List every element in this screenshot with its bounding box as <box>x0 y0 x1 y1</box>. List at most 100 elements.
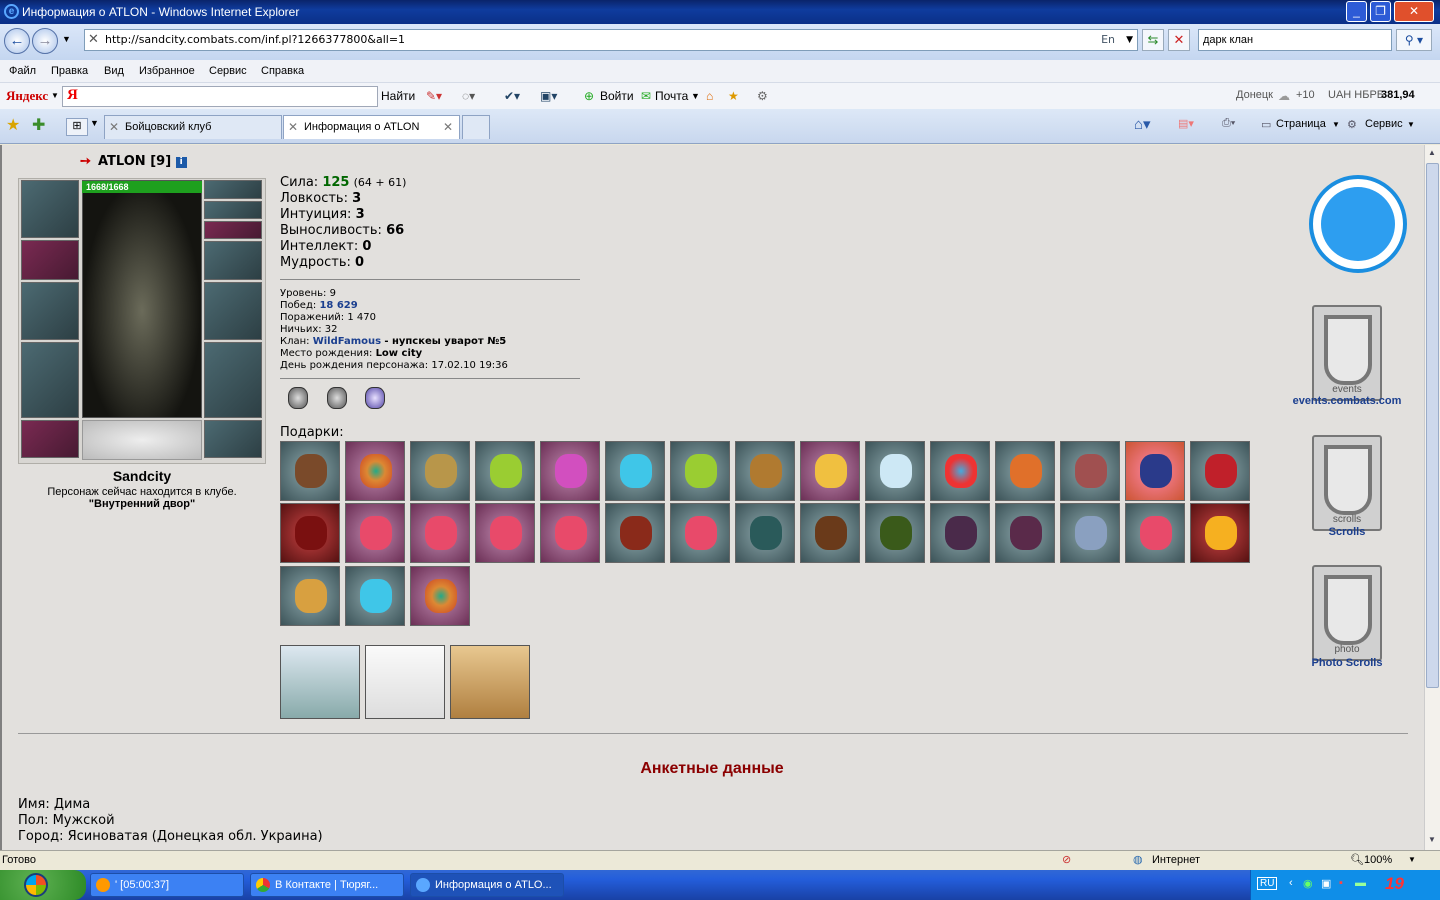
gift-item[interactable] <box>800 503 860 563</box>
clock[interactable]: 19 <box>1385 874 1404 894</box>
maximize-button[interactable]: ❐ <box>1370 1 1391 22</box>
leggings-slot[interactable] <box>204 342 262 418</box>
gift-item[interactable] <box>345 441 405 501</box>
print-icon[interactable]: ⎙▾ <box>1222 117 1235 130</box>
amulet-slot[interactable] <box>204 201 262 219</box>
feeds-icon[interactable]: ▤▾ <box>1178 117 1194 130</box>
big-gift-item[interactable] <box>280 645 360 719</box>
yandex-search-input[interactable]: Я <box>62 86 378 107</box>
gift-item[interactable] <box>1190 503 1250 563</box>
photo-scrolls-icon[interactable]: photo <box>1312 565 1382 661</box>
menu-help[interactable]: Справка <box>261 61 304 81</box>
events-link[interactable]: events.combats.com <box>1280 395 1414 407</box>
close-button[interactable]: ✕ <box>1394 1 1434 22</box>
order-badge-icon[interactable] <box>365 387 385 409</box>
tray-torrent-icon[interactable]: ◉ <box>1303 877 1313 890</box>
photo-scrolls-link[interactable]: Photo Scrolls <box>1280 657 1414 669</box>
quick-tabs-icon[interactable]: ⊞ <box>66 118 88 136</box>
search-input[interactable]: дарк клан <box>1198 29 1392 51</box>
language-indicator[interactable]: RU <box>1257 877 1278 890</box>
wins-link[interactable]: 18 629 <box>319 300 357 311</box>
boots-slot[interactable] <box>204 420 262 458</box>
gift-item[interactable] <box>345 503 405 563</box>
tray-monitor-icon[interactable]: ▬ <box>1355 877 1366 889</box>
compat-lang-indicator[interactable]: En <box>1101 30 1115 50</box>
tab-fight-club[interactable]: ✕ Бойцовский клуб <box>104 115 282 139</box>
scroll-up-icon[interactable]: ▲ <box>1428 148 1436 157</box>
blue-head-logo[interactable] <box>1309 175 1407 273</box>
popup-blocked-icon[interactable]: ⊘ <box>1062 851 1071 869</box>
page-dropdown-icon[interactable]: ▼ <box>1332 120 1340 129</box>
yandex-logo[interactable]: Яндекс <box>6 88 48 104</box>
favorites-center-icon[interactable]: ★ <box>6 115 20 135</box>
belt-slot[interactable] <box>21 420 79 458</box>
menu-file[interactable]: Файл <box>9 61 36 81</box>
gift-item[interactable] <box>475 503 535 563</box>
gift-item[interactable] <box>280 441 340 501</box>
minimize-button[interactable]: _ <box>1346 1 1367 22</box>
helmet-slot[interactable] <box>21 180 79 238</box>
refresh-button[interactable]: ⇆ <box>1142 29 1164 51</box>
gift-item[interactable] <box>1125 503 1185 563</box>
speech-icon[interactable]: ◌▾ <box>462 89 475 103</box>
bracers-slot[interactable] <box>21 240 79 280</box>
tools-menu-button[interactable]: Сервис <box>1365 118 1403 130</box>
history-dropdown-icon[interactable]: ▼ <box>62 34 71 44</box>
zoom-level[interactable]: 100% <box>1364 851 1392 869</box>
zoom-dropdown-icon[interactable]: ▼ <box>1408 851 1416 869</box>
start-button[interactable] <box>0 870 86 900</box>
tray-network-icon[interactable]: ▣ <box>1321 877 1331 890</box>
forward-button[interactable]: → <box>32 28 58 54</box>
gift-item[interactable] <box>475 441 535 501</box>
gloves-slot[interactable] <box>204 241 262 280</box>
shoulder-slot[interactable] <box>21 282 79 340</box>
gift-item[interactable] <box>540 441 600 501</box>
scroll-thumb[interactable] <box>1426 163 1439 688</box>
gift-item[interactable] <box>410 441 470 501</box>
taskbar-item-ie[interactable]: Информация о ATLO... <box>410 873 564 897</box>
favorites-star-icon[interactable]: ★ <box>728 89 739 103</box>
bookmarks-icon[interactable]: ⌂ <box>706 89 713 103</box>
settings-gear-icon[interactable]: ⚙ <box>757 89 768 103</box>
gift-item[interactable] <box>995 441 1055 501</box>
stop-button[interactable]: ✕ <box>1168 29 1190 51</box>
menu-view[interactable]: Вид <box>104 61 124 81</box>
rank-badge-icon[interactable] <box>288 387 308 409</box>
guard-badge-icon[interactable] <box>327 387 347 409</box>
private-message-arrow-icon[interactable]: ➙ <box>80 153 91 169</box>
taskbar-item-vkontakte[interactable]: В Контакте | Тюряг... <box>250 873 404 897</box>
back-button[interactable]: ← <box>4 28 30 54</box>
vertical-scrollbar[interactable]: ▲ ▼ <box>1424 145 1440 850</box>
gift-item[interactable] <box>735 503 795 563</box>
big-gift-item[interactable] <box>450 645 530 719</box>
taskbar-item-clock[interactable]: ' [05:00:37] <box>90 873 244 897</box>
scrolls-link[interactable]: Scrolls <box>1280 526 1414 538</box>
tab-atlon-info[interactable]: ✕ Информация о ATLON ✕ <box>283 115 460 139</box>
earrings-slot[interactable] <box>204 180 262 199</box>
gift-item[interactable] <box>930 441 990 501</box>
gift-item[interactable] <box>280 566 340 626</box>
gift-item[interactable] <box>605 441 665 501</box>
events-scroll-icon[interactable]: events <box>1312 305 1382 401</box>
big-gift-item[interactable] <box>365 645 445 719</box>
tools-dropdown-icon[interactable]: ▼ <box>1407 120 1415 129</box>
tray-flag-icon[interactable]: ▪ <box>1339 877 1343 889</box>
gift-item[interactable] <box>670 503 730 563</box>
gift-item[interactable] <box>1060 503 1120 563</box>
menu-favorites[interactable]: Избранное <box>139 61 195 81</box>
gift-item[interactable] <box>865 441 925 501</box>
gift-item[interactable] <box>865 503 925 563</box>
yandex-find-button[interactable]: Найти <box>381 89 415 103</box>
scroll-down-icon[interactable]: ▼ <box>1428 835 1436 844</box>
menu-edit[interactable]: Правка <box>51 61 88 81</box>
weather-city[interactable]: Донецк <box>1236 89 1273 101</box>
info-icon[interactable]: i <box>175 157 187 168</box>
gift-item[interactable] <box>605 503 665 563</box>
page-menu-button[interactable]: Страница <box>1276 118 1326 130</box>
menu-tools[interactable]: Сервис <box>209 61 247 81</box>
gift-item[interactable] <box>930 503 990 563</box>
rings-slot[interactable] <box>204 221 262 239</box>
gift-item[interactable] <box>410 566 470 626</box>
address-dropdown-icon[interactable]: ▼ <box>1126 30 1133 50</box>
gift-item[interactable] <box>345 566 405 626</box>
